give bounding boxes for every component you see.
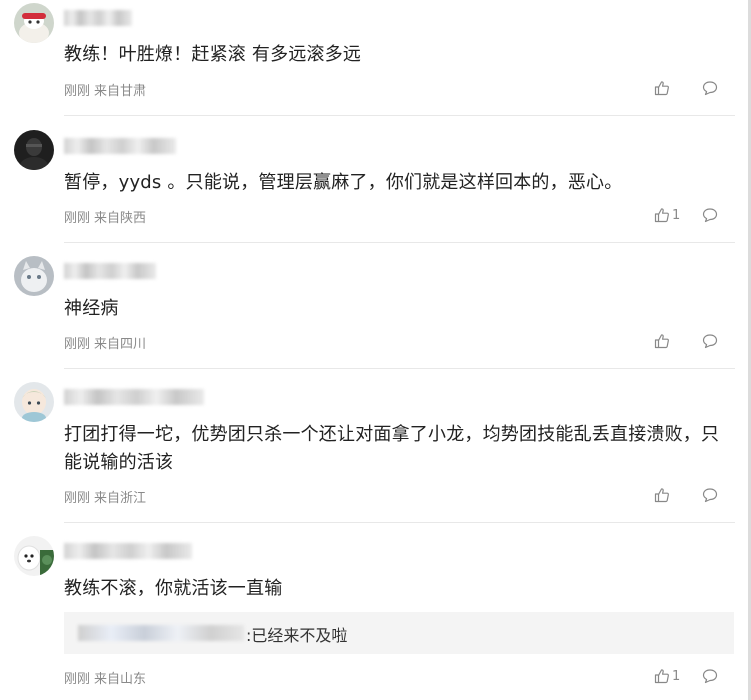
comment-meta: 刚刚 来自陕西	[64, 207, 150, 226]
like-count: 1	[672, 668, 681, 684]
comment-item: 教练！叶胜燎！赶紧滚 有多远滚多远 刚刚 来自甘肃	[0, 0, 740, 115]
avatar[interactable]	[14, 256, 54, 296]
comment-item: 打团打得一坨，优势团只杀一个还让对面拿了小龙，均势团技能乱丢直接溃败，只能说输的…	[0, 369, 740, 522]
thumbs-up-icon	[654, 668, 670, 684]
avatar[interactable]	[14, 3, 54, 43]
username-blurred[interactable]	[64, 263, 156, 279]
comment-time: 刚刚	[64, 337, 91, 352]
thumbs-up-icon	[654, 207, 670, 223]
username-blurred[interactable]	[64, 389, 204, 405]
username-blurred[interactable]	[64, 543, 192, 559]
comment-meta: 刚刚 来自浙江	[64, 487, 150, 506]
thumbs-up-icon	[654, 333, 670, 349]
comment-meta: 刚刚 来自四川	[64, 333, 150, 352]
like-button[interactable]	[654, 80, 686, 96]
comment-text: 教练不滚，你就活该一直输	[64, 578, 283, 599]
like-count: 1	[672, 207, 681, 223]
thumbs-up-icon	[654, 487, 670, 503]
comment-meta: 刚刚 来自甘肃	[64, 80, 150, 99]
reply-username-blurred[interactable]	[78, 625, 244, 641]
comment-bubble-icon[interactable]	[702, 668, 718, 684]
comment-location: 来自陕西	[94, 211, 147, 226]
comment-actions	[654, 487, 718, 503]
username-blurred[interactable]	[64, 138, 176, 154]
comment-location: 来自浙江	[94, 491, 147, 506]
comment-bubble-icon[interactable]	[702, 487, 718, 503]
comment-time: 刚刚	[64, 491, 91, 506]
avatar[interactable]	[14, 130, 54, 170]
comment-location: 来自四川	[94, 337, 147, 352]
comment-item: 神经病 刚刚 来自四川	[0, 243, 740, 369]
comment-location: 来自山东	[94, 672, 147, 687]
thumbs-up-icon	[654, 80, 670, 96]
comment-text: 教练！叶胜燎！赶紧滚 有多远滚多远	[64, 44, 362, 65]
reply-text: :已经来不及啦	[246, 626, 348, 645]
comment-bubble-icon[interactable]	[702, 80, 718, 96]
username-blurred[interactable]	[64, 10, 132, 26]
comment-text: 神经病	[64, 298, 119, 319]
comment-time: 刚刚	[64, 84, 91, 99]
avatar[interactable]	[14, 382, 54, 422]
like-button[interactable]: 1	[654, 207, 686, 223]
like-button[interactable]	[654, 487, 686, 503]
comment-actions	[654, 333, 718, 349]
avatar[interactable]	[14, 536, 54, 576]
comment-item: 教练不滚，你就活该一直输 :已经来不及啦 刚刚 来自山东 1	[0, 523, 740, 700]
comment-actions: 1	[654, 668, 718, 684]
comment-meta: 刚刚 来自山东	[64, 668, 150, 687]
comment-bubble-icon[interactable]	[702, 207, 718, 223]
comment-time: 刚刚	[64, 211, 91, 226]
comment-text: 暂停，yyds 。只能说，管理层赢麻了，你们就是这样回本的，恶心。	[64, 172, 623, 193]
comment-item: 暂停，yyds 。只能说，管理层赢麻了，你们就是这样回本的，恶心。 刚刚 来自陕西…	[0, 116, 740, 242]
comment-text: 打团打得一坨，优势团只杀一个还让对面拿了小龙，均势团技能乱丢直接溃败，只能说输的…	[64, 424, 720, 473]
reply-box[interactable]: :已经来不及啦	[64, 612, 734, 654]
comment-actions: 1	[654, 207, 718, 223]
comment-actions	[654, 80, 718, 96]
like-button[interactable]: 1	[654, 668, 686, 684]
comment-time: 刚刚	[64, 672, 91, 687]
comment-location: 来自甘肃	[94, 84, 147, 99]
like-button[interactable]	[654, 333, 686, 349]
comment-bubble-icon[interactable]	[702, 333, 718, 349]
